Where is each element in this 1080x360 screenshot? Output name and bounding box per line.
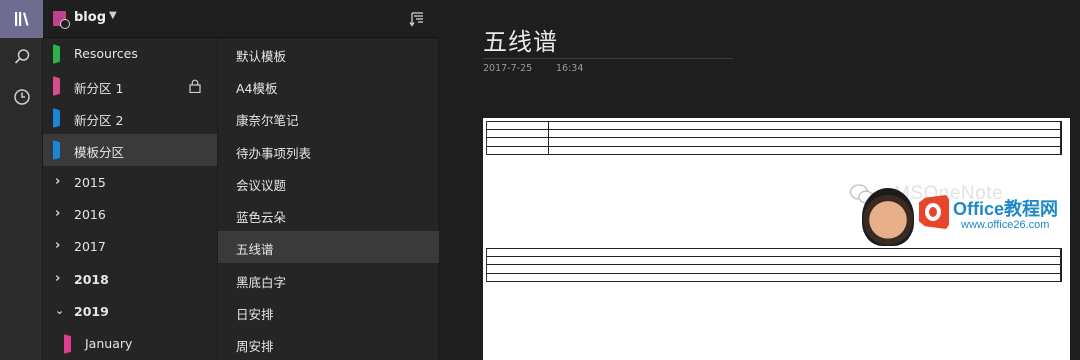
music-staff (486, 121, 1062, 155)
watermark-brand: Office教程网 (953, 199, 1059, 219)
chevron-right-icon: › (55, 271, 61, 286)
section-group-label: 2016 (74, 207, 106, 222)
section-templates[interactable]: 模板分区 (43, 134, 217, 166)
section-tab-color (53, 44, 60, 64)
page-title[interactable]: 五线谱 (483, 22, 558, 57)
notebook-icon (53, 11, 70, 29)
section-tab-color (53, 76, 60, 96)
sort-icon (409, 12, 423, 27)
page-label: 五线谱 (236, 242, 274, 257)
notebooks-button[interactable] (0, 0, 43, 38)
watermark-url: www.office26.com (961, 219, 1050, 231)
page-item[interactable]: 蓝色云朵 (218, 199, 439, 231)
page-item[interactable]: 会议议题 (218, 167, 439, 199)
page-label: 蓝色云朵 (236, 210, 287, 225)
section-group-label: 2019 (74, 304, 109, 319)
page-item[interactable]: 待办事项列表 (218, 135, 439, 167)
music-staff (486, 248, 1062, 282)
section-label: Resources (74, 46, 138, 61)
chevron-down-icon[interactable]: ▼ (109, 10, 117, 21)
section-tab-color (53, 108, 60, 128)
page-label: 康奈尔笔记 (236, 113, 299, 128)
sync-icon (60, 19, 70, 29)
clock-icon (13, 89, 30, 105)
section-group-2016[interactable]: › 2016 (43, 199, 217, 231)
search-icon (14, 49, 29, 64)
section-label: 新分区 1 (74, 81, 124, 96)
page-item[interactable]: A4模板 (218, 70, 439, 102)
notebooks-icon (14, 12, 29, 26)
page-label: A4模板 (236, 81, 278, 96)
section-label: 模板分区 (74, 145, 125, 160)
notebook-header: blog ▼ (43, 0, 439, 38)
lock-icon (189, 79, 201, 93)
title-divider (483, 58, 733, 59)
staff-paper-image[interactable] (483, 118, 1070, 360)
section-tab-color (53, 140, 60, 160)
section-label: 新分区 2 (74, 113, 124, 128)
page-item-selected[interactable]: 五线谱 (218, 231, 439, 263)
page-item[interactable]: 黑底白字 (218, 264, 439, 296)
section-group-label: 2015 (74, 175, 106, 190)
search-button[interactable] (0, 38, 43, 76)
section-new-2[interactable]: 新分区 2 (43, 102, 217, 134)
chevron-right-icon: › (55, 174, 61, 189)
app-rail (0, 0, 43, 360)
section-group-2019[interactable]: ⌄ 2019 (43, 296, 217, 328)
page-label: 待办事项列表 (236, 146, 312, 161)
page-label: 日安排 (236, 307, 274, 322)
page-item[interactable]: 康奈尔笔记 (218, 102, 439, 134)
recent-button[interactable] (0, 78, 43, 116)
page-item[interactable]: 默认模板 (218, 38, 439, 70)
section-new-1[interactable]: 新分区 1 (43, 70, 217, 102)
page-label: 会议议题 (236, 178, 287, 193)
page-label: 默认模板 (236, 49, 287, 64)
page-label: 周安排 (236, 339, 274, 354)
page-item[interactable]: 周安排 (218, 328, 439, 360)
section-group-label: 2017 (74, 239, 106, 254)
section-tab-color (64, 334, 71, 354)
section-label: January (85, 336, 133, 351)
section-group-label: 2018 (74, 272, 109, 287)
pages-pane: 默认模板 A4模板 康奈尔笔记 待办事项列表 会议议题 蓝色云朵 五线谱 黑底白… (217, 38, 439, 360)
chevron-right-icon: › (55, 238, 61, 253)
author-avatar (862, 188, 914, 246)
section-group-2015[interactable]: › 2015 (43, 167, 217, 199)
sections-pane: Resources 新分区 1 新分区 2 模板分区 › 2015 › 2016… (43, 38, 217, 360)
page-item[interactable]: 日安排 (218, 296, 439, 328)
chevron-right-icon: › (55, 206, 61, 221)
notebook-name-button[interactable]: blog (74, 10, 106, 25)
section-group-2017[interactable]: › 2017 (43, 231, 217, 263)
section-group-2018[interactable]: › 2018 (43, 264, 217, 296)
page-canvas[interactable]: 五线谱 2017-7-25 16:34 MSOneNote Office教程网 … (439, 0, 1080, 360)
chevron-down-icon: ⌄ (55, 304, 65, 317)
section-january[interactable]: January (43, 328, 217, 360)
section-resources[interactable]: Resources (43, 38, 217, 70)
page-label: 黑底白字 (236, 275, 287, 290)
page-time: 16:34 (556, 63, 584, 74)
sort-pages-button[interactable] (408, 10, 426, 28)
office-logo-icon (919, 195, 949, 229)
page-date: 2017-7-25 (483, 63, 533, 74)
